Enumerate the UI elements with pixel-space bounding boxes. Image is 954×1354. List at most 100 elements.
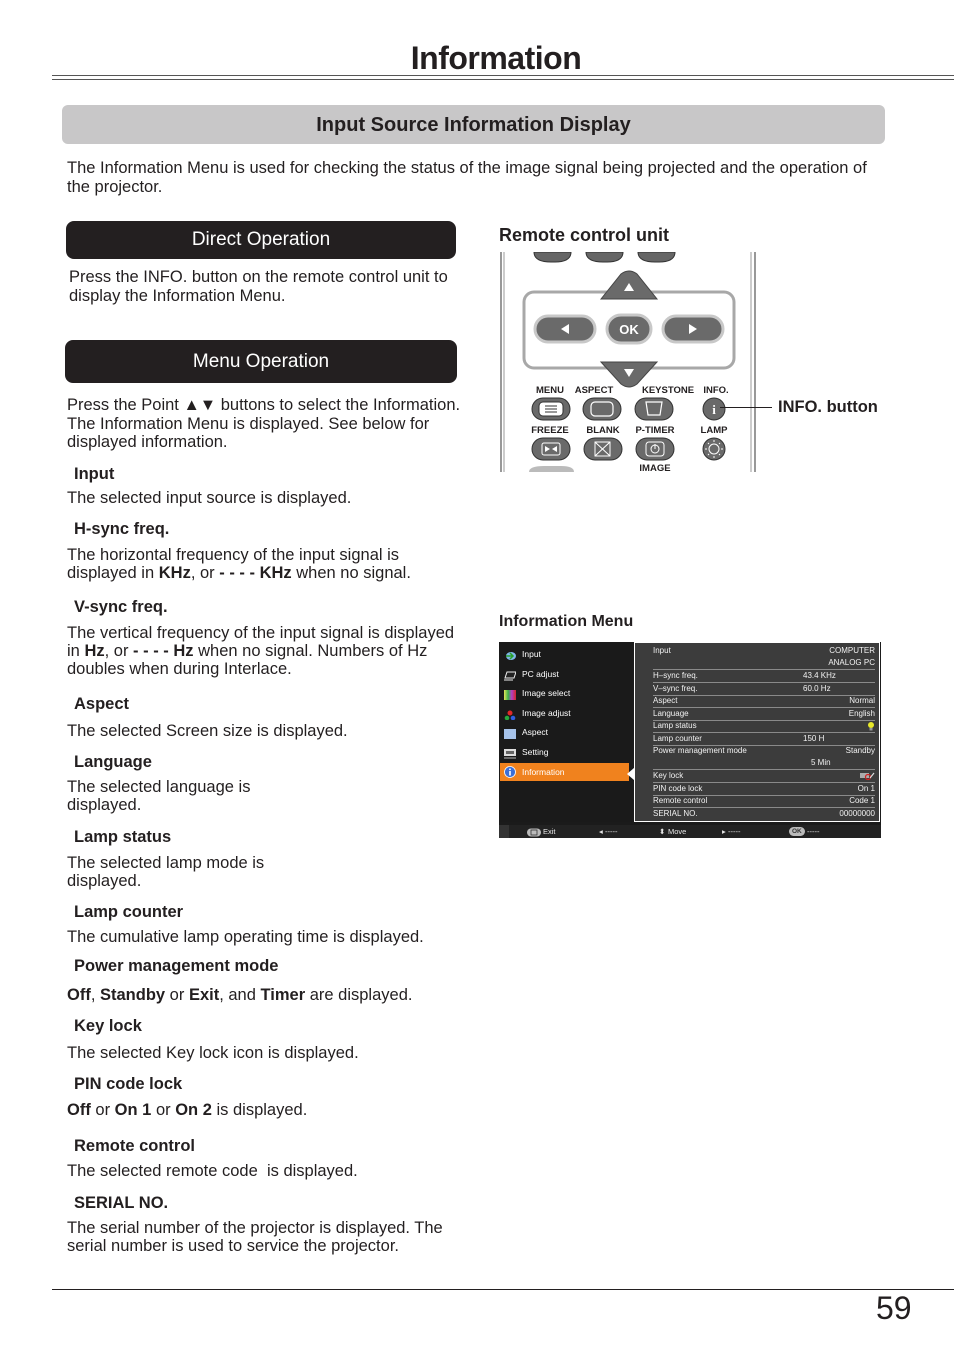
osd-row-input-sub: ANALOG PC: [653, 657, 875, 671]
item-title-vsync: V-sync freq.: [74, 598, 168, 616]
item-desc-remote-control: The selected remote code is displayed.: [67, 1162, 358, 1180]
image-adjust-icon: [504, 708, 516, 721]
item-desc-vsync: The vertical frequency of the input sign…: [67, 624, 455, 678]
item-title-language: Language: [74, 753, 152, 771]
top-button-3: [637, 252, 676, 263]
title-rule-bottom: [52, 79, 954, 80]
footer-rule: [52, 1289, 954, 1290]
title-rule-top: [52, 75, 954, 76]
updown-key-icon: ⬍: [659, 827, 666, 836]
osd-menu-item-setting[interactable]: Setting: [500, 743, 629, 761]
item-title-power-management: Power management mode: [74, 957, 279, 975]
section-title: Input Source Information Display: [62, 105, 885, 144]
keystone-label: KEYSTONE: [642, 385, 694, 396]
item-title-pin-code-lock: PIN code lock: [74, 1075, 183, 1093]
osd-main-menu: Input PC adjust Image select Image adjus…: [499, 642, 632, 822]
remote-caption: Remote control unit: [499, 225, 669, 245]
item-title-input: Input: [74, 465, 115, 483]
item-title-lamp-status: Lamp status: [74, 828, 172, 846]
osd-menu-item-aspect[interactable]: Aspect: [500, 723, 629, 741]
top-button-2: [585, 252, 624, 263]
osd-caption: Information Menu: [499, 613, 634, 630]
item-desc-pin-code-lock: Off or On 1 or On 2 is displayed.: [67, 1101, 308, 1119]
osd-menu-item-pc-adjust[interactable]: PC adjust: [500, 665, 629, 683]
item-title-serial-no: SERIAL NO.: [74, 1194, 169, 1212]
item-desc-serial-no: The serial number of the projector is di…: [67, 1219, 443, 1255]
osd-info-panel: Input COMPUTER ANALOG PC H–sync freq. 43.4…: [634, 642, 880, 822]
page-number: 59: [876, 1290, 912, 1326]
direct-operation-bar: Direct Operation: [66, 221, 456, 259]
direct-operation-text: Press the INFO. button on the remote con…: [69, 268, 448, 305]
image-label: IMAGE: [639, 463, 670, 472]
osd-row-pin-code-lock: PIN code lock On 1: [653, 783, 875, 796]
osd-menu-item-information[interactable]: Information: [500, 763, 629, 781]
item-desc-power-management: Off, Standby or Exit, and Timer are disp…: [67, 986, 413, 1004]
item-desc-lamp-status: The selected lamp mode is displayed.: [67, 854, 265, 890]
remote-control-illustration: OK MENU ASPECT KEYSTONE INFO. FREEZE BLA…: [499, 252, 759, 472]
osd-row-aspect: Aspect Normal: [653, 695, 875, 709]
item-title-key-lock: Key lock: [74, 1017, 142, 1035]
keystone-button: [634, 397, 674, 421]
osd-row-lamp-counter: Lamp counter 150 H: [653, 733, 875, 746]
lamp-status-icon: [867, 720, 875, 732]
osd-row-remote-control: Remote control Code 1: [653, 795, 875, 809]
osd-row-power-timer: 5 Min: [653, 757, 875, 771]
top-button-1: [533, 252, 572, 263]
osd-menu-item-input[interactable]: Input: [500, 645, 629, 663]
item-title-lamp-counter: Lamp counter: [74, 903, 184, 921]
page-title: Information: [410, 40, 582, 76]
osd-row-key-lock: Key lock: [653, 770, 875, 784]
osd-guide-ok: -----: [807, 827, 820, 836]
pc-adjust-icon: [504, 669, 517, 681]
exit-key-icon: [527, 825, 541, 838]
image-select-icon: [504, 688, 516, 700]
ok-button-label: OK: [619, 322, 639, 337]
osd-row-lamp-status: Lamp status: [653, 720, 875, 734]
item-title-remote-control: Remote control: [74, 1137, 196, 1155]
aspect-button: [582, 397, 622, 421]
information-menu-osd: Input PC adjust Image select Image adjus…: [499, 642, 881, 838]
item-desc-input: The selected input source is displayed.: [67, 489, 352, 507]
intro-text: The Information Menu is used for checkin…: [67, 159, 867, 196]
item-desc-language: The selected language is displayed.: [67, 778, 251, 814]
ok-key-badge: OK: [789, 827, 805, 836]
remote-svg: OK MENU ASPECT KEYSTONE INFO. FREEZE BLA…: [500, 252, 756, 472]
osd-row-serial-no: SERIAL NO. 00000000: [653, 808, 875, 818]
freeze-label: FREEZE: [531, 425, 568, 436]
aspect-label: ASPECT: [575, 385, 614, 396]
osd-row-input: Input COMPUTER: [653, 646, 875, 655]
aspect-icon: [504, 727, 516, 739]
osd-guide-move: Move: [668, 827, 687, 836]
osd-row-vsync: V–sync freq. 60.0 Hz: [653, 683, 875, 696]
info-icon: i: [712, 402, 716, 417]
item-desc-hsync: The horizontal frequency of the input si…: [67, 546, 411, 582]
osd-menu-item-image-adjust[interactable]: Image adjust: [500, 704, 629, 722]
setting-icon: [504, 747, 516, 759]
osd-row-language: Language English: [653, 708, 875, 721]
osd-guide-exit: Exit: [543, 827, 556, 836]
information-icon: [504, 766, 516, 778]
item-desc-key-lock: The selected Key lock icon is displayed.: [67, 1044, 359, 1062]
osd-menu-item-image-select[interactable]: Image select: [500, 684, 629, 702]
osd-row-power-management: Power management mode Standby: [653, 746, 875, 755]
item-title-hsync: H-sync freq.: [74, 520, 170, 538]
info-callout-line: [720, 407, 772, 408]
item-title-aspect: Aspect: [74, 695, 130, 713]
blank-label: BLANK: [586, 425, 619, 436]
key-lock-icon: [859, 770, 875, 782]
menu-operation-text: Press the Point ▲▼ buttons to select the…: [67, 396, 461, 451]
input-icon: [504, 649, 516, 660]
osd-pointer-icon: [627, 768, 634, 780]
info-label: INFO.: [703, 385, 728, 396]
menu-label: MENU: [536, 385, 564, 396]
osd-guide-bar: Exit ◂ ----- ⬍ Move ▸ ----- OK -----: [499, 825, 881, 838]
bottom-button: [529, 466, 574, 472]
ptimer-label: P-TIMER: [635, 425, 674, 436]
osd-guide-left: -----: [605, 827, 618, 836]
info-callout-label: INFO. button: [778, 398, 878, 416]
menu-operation-bar: Menu Operation: [65, 340, 457, 383]
right-key-icon: ▸: [722, 827, 726, 836]
freeze-button: [531, 437, 571, 461]
osd-row-hsync: H–sync freq. 43.4 KHz: [653, 670, 875, 684]
osd-guide-right: -----: [728, 827, 741, 836]
